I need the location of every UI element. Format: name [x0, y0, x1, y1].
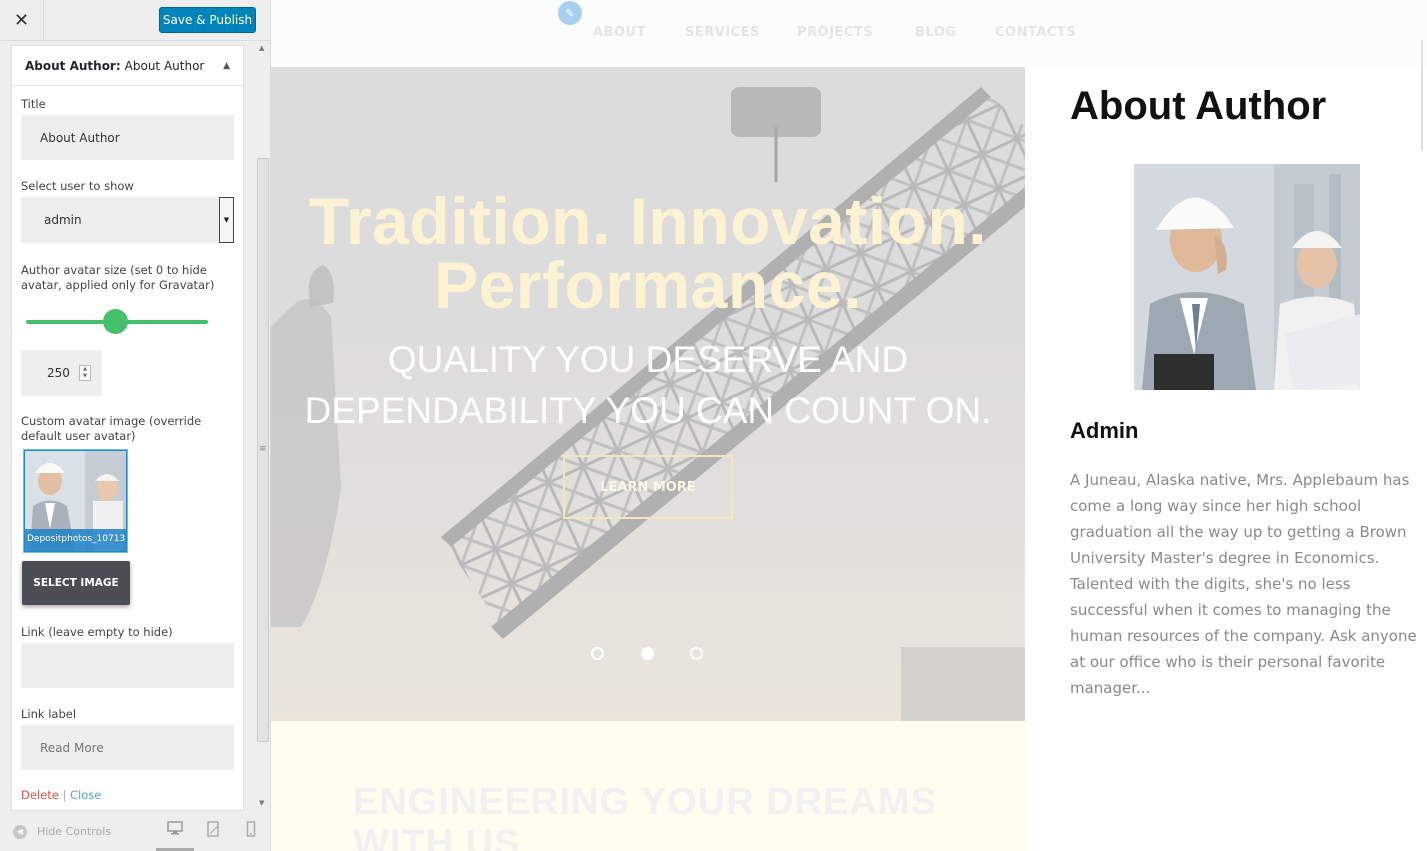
save-publish-button[interactable]: Save & Publish	[159, 7, 256, 33]
caret-up-icon[interactable]: ▲	[223, 61, 230, 71]
tablet-icon[interactable]	[202, 821, 224, 841]
user-select[interactable]: admin ▼	[21, 197, 234, 243]
mobile-icon[interactable]	[240, 821, 262, 841]
slider-dot-3[interactable]	[690, 647, 703, 660]
nav-services[interactable]: SERVICES	[685, 25, 760, 40]
title-input[interactable]	[21, 115, 234, 160]
hero-subtitle: QUALITY YOU DESERVE AND DEPENDABILITY YO…	[271, 334, 1025, 436]
hero-title: Tradition. Innovation. Performance.	[271, 184, 1025, 322]
about-author-heading: About Author	[1070, 84, 1327, 128]
widget-actions: Delete | Close	[21, 788, 101, 802]
author-bio: A Juneau, Alaska native, Mrs. Applebaum …	[1070, 471, 1417, 697]
link-input[interactable]	[21, 643, 234, 688]
avatar-size-input[interactable]: 250 ▲ ▼	[21, 350, 102, 396]
lower-section: ENGINEERING YOUR DREAMS WITH US	[271, 721, 1025, 851]
slider-dot-2-active[interactable]	[641, 647, 654, 660]
hero-subtitle-line2: DEPENDABILITY YOU CAN COUNT ON.	[304, 390, 992, 431]
close-link[interactable]: Close	[70, 788, 101, 802]
link-field-label: Link (leave empty to hide)	[21, 625, 173, 639]
site-preview: ✎ ABOUT SERVICES PROJECTS BLOG CONTACTS	[271, 0, 1427, 851]
close-icon[interactable]: ✕	[0, 0, 44, 41]
select-image-button[interactable]: SELECT IMAGE	[22, 561, 130, 605]
widget-type-label: About Author:	[25, 58, 121, 73]
nav-projects[interactable]: PROJECTS	[797, 25, 873, 40]
about-author-widget-preview: About Author Admin A Juneau, Alaska nati…	[1025, 67, 1427, 851]
nav-blog[interactable]: BLOG	[915, 25, 956, 40]
link-label-input[interactable]	[21, 725, 234, 770]
preview-scrollbar[interactable]	[1421, 40, 1423, 150]
actions-separator: |	[62, 788, 67, 802]
link-label-field-label: Link label	[21, 707, 77, 721]
avatar-size-label: Author avatar size (set 0 to hide avatar…	[21, 263, 215, 292]
user-select-label: Select user to show	[21, 179, 134, 193]
scroll-grip-icon: ≡	[259, 444, 267, 454]
learn-more-button[interactable]: LEARN MORE	[563, 455, 733, 519]
scroll-up-icon[interactable]: ▲	[259, 44, 264, 52]
pencil-icon[interactable]: ✎	[558, 1, 582, 25]
slider-handle[interactable]	[103, 309, 128, 334]
delete-link[interactable]: Delete	[21, 788, 59, 802]
hero-title-line2: Performance.	[434, 248, 862, 322]
about-author-widget: About Author: About Author ▲ Title Selec…	[11, 45, 244, 811]
dropdown-arrow-icon[interactable]: ▼	[219, 197, 234, 243]
widget-header[interactable]: About Author: About Author ▲	[12, 46, 243, 86]
author-name: Admin	[1070, 418, 1139, 443]
customizer-header: ✕ Save & Publish	[0, 0, 270, 41]
collapse-icon[interactable]: ◀	[13, 825, 27, 839]
hide-controls-button[interactable]: Hide Controls	[37, 825, 111, 838]
hero-title-line1: Tradition. Innovation.	[308, 184, 988, 258]
nav-about[interactable]: ABOUT	[593, 25, 646, 40]
avatar-size-value: 250	[47, 366, 70, 380]
hero-slider: Tradition. Innovation. Performance. QUAL…	[271, 67, 1025, 721]
avatar-thumbnail[interactable]: Depositphotos_10713	[23, 449, 128, 553]
customizer-footer: ◀ Hide Controls	[0, 811, 270, 851]
author-avatar	[1134, 164, 1360, 390]
desktop-icon[interactable]	[164, 821, 186, 841]
scroll-down-icon[interactable]: ▼	[259, 799, 264, 807]
site-nav: ✎ ABOUT SERVICES PROJECTS BLOG CONTACTS	[271, 0, 1427, 67]
spinner-icon[interactable]: ▲ ▼	[79, 365, 91, 381]
nav-contacts[interactable]: CONTACTS	[995, 25, 1076, 40]
title-field-label: Title	[21, 97, 46, 111]
avatar-filename: Depositphotos_10713	[25, 529, 126, 551]
custom-avatar-label: Custom avatar image (override default us…	[21, 414, 202, 443]
hero-subtitle-line1: QUALITY YOU DESERVE AND	[387, 339, 909, 380]
user-select-value: admin	[44, 213, 82, 227]
slider-dot-1[interactable]	[591, 647, 604, 660]
section-title: ENGINEERING YOUR DREAMS WITH US	[353, 781, 937, 851]
customizer-sidebar: ✕ Save & Publish About Author: About Aut…	[0, 0, 271, 851]
widget-title: About Author	[124, 58, 205, 73]
